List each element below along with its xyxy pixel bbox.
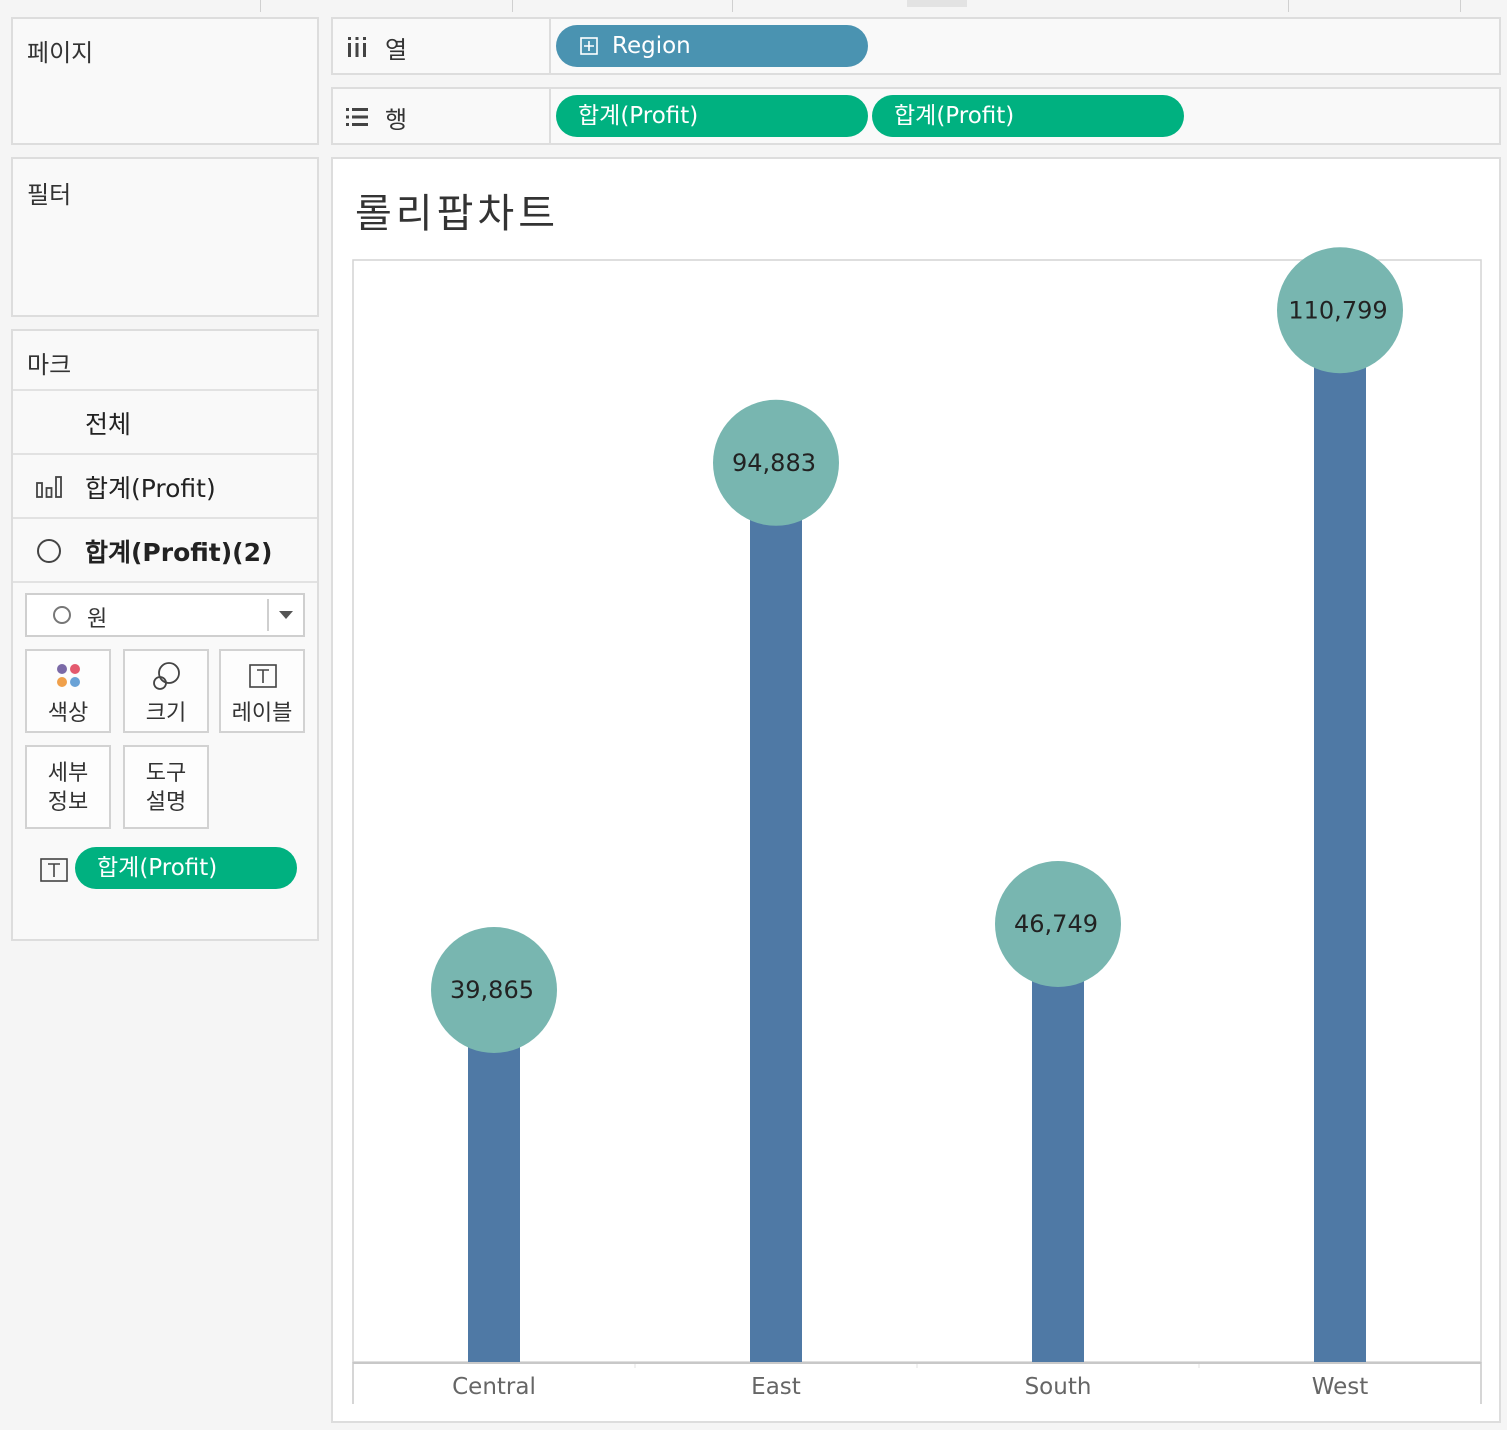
size-icon <box>153 662 180 690</box>
rows-shelf-label: 행 <box>385 106 408 134</box>
label-button[interactable]: 레이블 <box>219 649 305 733</box>
region-pill[interactable]: Region <box>556 25 868 67</box>
marks-row-label: 전체 <box>85 410 132 439</box>
tooltip-button-label: 도구 설명 <box>145 761 187 815</box>
rows-icon <box>346 108 368 126</box>
text-label-icon <box>249 664 277 688</box>
size-button[interactable]: 크기 <box>123 649 209 733</box>
data-label: 46,749 <box>1014 910 1098 938</box>
color-button-label: 색상 <box>47 701 89 726</box>
marks-divider <box>13 581 317 583</box>
toolbar-divider <box>1460 0 1461 12</box>
marks-card-title: 마크 <box>27 351 72 379</box>
columns-shelf-label: 열 <box>385 36 408 64</box>
top-toolbar-strip <box>0 0 1507 14</box>
worksheet-view[interactable]: 롤리팝차트 39,865 Central 94,883 East 46,749 South… <box>331 157 1501 1423</box>
filters-panel-title: 필터 <box>27 181 72 209</box>
toolbar-divider <box>512 0 513 12</box>
dropdown-separator <box>267 599 269 631</box>
lollipop-stem[interactable] <box>750 452 802 1363</box>
lollipop-chart[interactable]: 39,865 Central 94,883 East 46,749 South 110,79… <box>333 159 1499 1421</box>
detail-button[interactable]: 세부 정보 <box>25 745 111 829</box>
plot-area-border <box>352 259 1482 1363</box>
tooltip-button[interactable]: 도구 설명 <box>123 745 209 829</box>
mark-type-dropdown[interactable]: 원 <box>25 593 305 637</box>
filters-panel[interactable]: 필터 <box>11 157 319 317</box>
toolbar-divider <box>732 0 733 12</box>
marks-card: 마크 전체 합계(Profit) 합계(Profit)(2) 원 색상 크기 레… <box>11 329 319 941</box>
data-label: 39,865 <box>450 976 534 1004</box>
text-label-icon <box>40 858 68 882</box>
color-button[interactable]: 색상 <box>25 649 111 733</box>
data-label: 94,883 <box>732 449 816 477</box>
lollipop-stem[interactable] <box>1314 300 1366 1362</box>
x-tick-label: East <box>751 1374 801 1400</box>
circle-icon <box>53 606 71 624</box>
detail-button-label: 세부 정보 <box>47 761 89 815</box>
toolbar-divider <box>1288 0 1289 12</box>
x-tick-label: South <box>1025 1374 1092 1400</box>
profit-pill-2[interactable]: 합계(Profit) <box>872 95 1184 137</box>
label-button-label: 레이블 <box>231 701 293 726</box>
chevron-down-icon[interactable] <box>279 611 293 619</box>
plus-box-icon[interactable] <box>580 37 598 55</box>
rows-shelf[interactable]: 행 합계(Profit) 합계(Profit) <box>331 87 1501 145</box>
bar-chart-icon <box>36 476 62 498</box>
data-label: 110,799 <box>1288 296 1387 324</box>
size-button-label: 크기 <box>145 701 187 726</box>
marks-row-label: 합계(Profit) <box>85 474 216 503</box>
shelf-divider <box>549 19 551 73</box>
toolbar-divider <box>260 0 261 12</box>
shelf-divider <box>549 89 551 143</box>
profit-pill[interactable]: 합계(Profit) <box>556 95 868 137</box>
marks-row-all[interactable]: 전체 <box>13 389 317 453</box>
x-tick-label: West <box>1312 1374 1369 1400</box>
marks-row-label: 합계(Profit)(2) <box>85 538 273 567</box>
pages-panel-title: 페이지 <box>27 39 94 67</box>
pages-panel[interactable]: 페이지 <box>11 17 319 145</box>
label-field-pill[interactable]: 합계(Profit) <box>75 847 297 889</box>
columns-shelf[interactable]: 열 Region <box>331 17 1501 75</box>
circle-icon <box>37 539 61 563</box>
mark-type-value: 원 <box>87 607 108 632</box>
x-tick-label: Central <box>452 1374 536 1400</box>
columns-icon <box>348 37 366 57</box>
marks-row-profit-2[interactable]: 합계(Profit)(2) <box>13 517 317 581</box>
marks-row-profit[interactable]: 합계(Profit) <box>13 453 317 517</box>
toolbar-highlight <box>907 0 967 7</box>
color-palette-icon <box>57 664 80 687</box>
region-pill-label: Region <box>612 33 691 59</box>
